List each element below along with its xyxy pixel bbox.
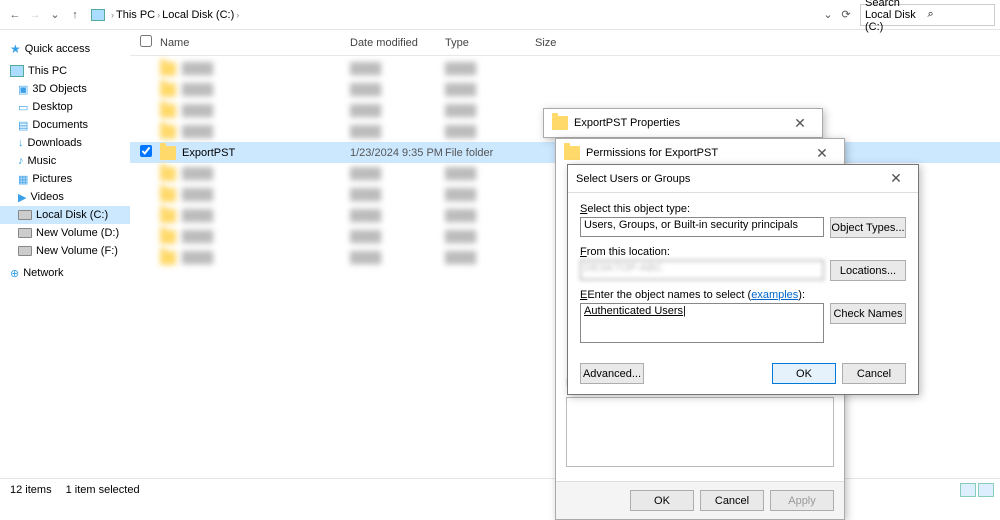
star-icon: ★ <box>10 42 21 56</box>
cancel-button[interactable]: Cancel <box>700 490 764 511</box>
examples-link[interactable]: examples <box>751 289 798 301</box>
location-label: From this location: <box>580 246 906 258</box>
status-bar: 12 items 1 item selected <box>0 478 1000 500</box>
select-users-dialog: Select Users or Groups ✕ Select this obj… <box>567 164 919 395</box>
network-icon: ⊕ <box>10 267 19 280</box>
status-selected: 1 item selected <box>66 484 140 496</box>
nav-tree: ★Quick access This PC ▣3D Objects ▭Deskt… <box>0 30 130 470</box>
address-dropdown[interactable]: ⌄ <box>818 5 838 25</box>
pc-icon <box>91 9 105 21</box>
row-checkbox[interactable] <box>140 145 152 157</box>
tree-network[interactable]: ⊕Network <box>0 264 130 282</box>
music-icon: ♪ <box>18 155 24 167</box>
column-size[interactable]: Size <box>535 37 595 49</box>
status-item-count: 12 items <box>10 484 52 496</box>
dialog-title: ExportPST Properties <box>574 117 680 129</box>
breadcrumb[interactable]: › This PC › Local Disk (C:) › <box>91 9 818 21</box>
folder-icon: ▣ <box>18 83 28 96</box>
drive-icon <box>18 210 32 220</box>
chevron-right-icon: › <box>236 10 239 20</box>
column-type[interactable]: Type <box>445 37 535 49</box>
tree-new-volume-f[interactable]: New Volume (F:) <box>0 242 130 260</box>
check-names-button[interactable]: Check Names <box>830 303 906 324</box>
tree-pictures[interactable]: ▦Pictures <box>0 170 130 188</box>
breadcrumb-segment[interactable]: This PC <box>116 9 155 21</box>
tree-music[interactable]: ♪Music <box>0 152 130 170</box>
search-placeholder: Search Local Disk (C:) <box>865 0 928 33</box>
refresh-button[interactable]: ⟳ <box>838 8 854 21</box>
tree-3d-objects[interactable]: ▣3D Objects <box>0 80 130 98</box>
chevron-right-icon: › <box>111 10 114 20</box>
drive-icon <box>18 246 32 256</box>
tree-videos[interactable]: ▶Videos <box>0 188 130 206</box>
recent-dropdown[interactable]: ⌄ <box>45 5 65 25</box>
advanced-button[interactable]: Advanced... <box>580 363 644 384</box>
downloads-icon: ↓ <box>18 137 24 149</box>
folder-icon <box>160 146 176 160</box>
column-date[interactable]: Date modified <box>350 37 445 49</box>
object-type-field[interactable]: Users, Groups, or Built-in security prin… <box>580 217 824 237</box>
back-button[interactable]: ← <box>5 5 25 25</box>
table-row[interactable]: ████████████ <box>130 58 1000 79</box>
breadcrumb-segment[interactable]: Local Disk (C:) <box>162 9 234 21</box>
apply-button[interactable]: Apply <box>770 490 834 511</box>
object-type-label: Select this object type: <box>580 203 906 215</box>
search-input[interactable]: Search Local Disk (C:) ⌕ <box>860 4 995 26</box>
column-checkbox[interactable] <box>140 35 160 50</box>
column-headers: Name Date modified Type Size <box>130 30 1000 56</box>
desktop-icon: ▭ <box>18 101 28 114</box>
dialog-title: Select Users or Groups <box>576 173 690 185</box>
tree-quick-access[interactable]: ★Quick access <box>0 40 130 58</box>
tree-downloads[interactable]: ↓Downloads <box>0 134 130 152</box>
documents-icon: ▤ <box>18 119 28 132</box>
column-name[interactable]: Name <box>160 37 350 49</box>
object-types-button[interactable]: Object Types... <box>830 217 906 238</box>
dialog-title: Permissions for ExportPST <box>586 147 718 159</box>
videos-icon: ▶ <box>18 191 26 204</box>
tree-new-volume-d[interactable]: New Volume (D:) <box>0 224 130 242</box>
close-button[interactable]: ✕ <box>786 115 814 132</box>
table-row[interactable]: ████████████ <box>130 79 1000 100</box>
ok-button[interactable]: OK <box>630 490 694 511</box>
pictures-icon: ▦ <box>18 173 28 186</box>
chevron-right-icon: › <box>157 10 160 20</box>
folder-icon <box>564 146 580 160</box>
forward-button[interactable]: → <box>25 5 45 25</box>
locations-button[interactable]: Locations... <box>830 260 906 281</box>
ok-button[interactable]: OK <box>772 363 836 384</box>
view-toggle[interactable] <box>960 483 994 497</box>
up-button[interactable]: ↑ <box>65 5 85 25</box>
search-icon: ⌕ <box>928 8 991 21</box>
folder-icon <box>552 116 568 130</box>
properties-dialog: ExportPST Properties ✕ <box>543 108 823 138</box>
pc-icon <box>10 65 24 77</box>
tree-local-disk-c[interactable]: Local Disk (C:) <box>0 206 130 224</box>
address-toolbar: ← → ⌄ ↑ › This PC › Local Disk (C:) › ⌄ … <box>0 0 1000 30</box>
close-button[interactable]: ✕ <box>882 170 910 187</box>
tree-desktop[interactable]: ▭Desktop <box>0 98 130 116</box>
enter-names-label: EEnter the object names to select (examp… <box>580 289 906 301</box>
close-button[interactable]: ✕ <box>808 145 836 162</box>
permissions-list <box>566 397 834 467</box>
tree-documents[interactable]: ▤Documents <box>0 116 130 134</box>
object-names-input[interactable]: Authenticated Users| <box>580 303 824 343</box>
cancel-button[interactable]: Cancel <box>842 363 906 384</box>
location-field[interactable]: DESKTOP-ABC <box>580 260 824 280</box>
tree-this-pc[interactable]: This PC <box>0 62 130 80</box>
drive-icon <box>18 228 32 238</box>
